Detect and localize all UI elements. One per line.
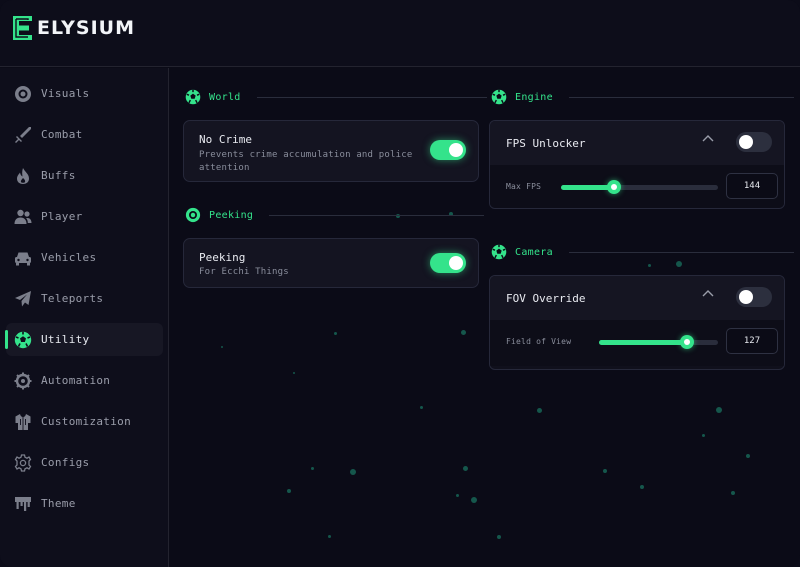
- paper-plane-icon: [12, 288, 34, 310]
- sidebar-item-label: Utility: [41, 333, 90, 346]
- sidebar-item-label: Buffs: [41, 169, 76, 182]
- gear-cog-icon: [12, 370, 34, 392]
- logo-e-icon: [13, 16, 32, 40]
- setting-title: Peeking: [199, 251, 246, 264]
- logo: ELYSIUM: [12, 15, 135, 41]
- slider-thumb[interactable]: [680, 335, 695, 349]
- section-title: Engine: [515, 91, 553, 103]
- max-fps-slider[interactable]: [561, 180, 718, 194]
- main-content: World No Crime Prevents crime accumulati…: [170, 68, 800, 567]
- eye-icon: [12, 83, 34, 105]
- sidebar-item-label: Combat: [41, 128, 83, 141]
- soccer-ball-icon: [185, 89, 201, 105]
- app-name: ELYSIUM: [37, 17, 135, 39]
- sidebar-item-label: Player: [41, 210, 83, 223]
- section-header-camera: Camera: [491, 244, 794, 260]
- slider-row: Field of View 127: [490, 320, 784, 366]
- section-header-world: World: [185, 89, 487, 105]
- slider-row: Max FPS 144: [490, 165, 784, 208]
- paint-drip-icon: [12, 493, 34, 515]
- fov-override-toggle[interactable]: [736, 287, 772, 307]
- users-icon: [12, 206, 34, 228]
- sidebar-item-customization[interactable]: Customization: [6, 405, 163, 438]
- fov-override-panel: FOV Override Field of View 127: [489, 275, 785, 370]
- section-header-engine: Engine: [491, 89, 794, 105]
- section-divider: [269, 214, 485, 216]
- app-window: ELYSIUM Visuals Combat Buffs Player Vehi…: [0, 0, 800, 567]
- slider-label: Field of View: [506, 337, 572, 346]
- chevron-up-icon[interactable]: [701, 288, 715, 298]
- peeking-toggle[interactable]: [430, 253, 466, 273]
- sidebar-item-label: Automation: [41, 374, 111, 387]
- sidebar-item-label: Visuals: [41, 87, 90, 100]
- setting-card-no-crime: No Crime Prevents crime accumulation and…: [183, 120, 479, 182]
- car-icon: [12, 247, 34, 269]
- sidebar-item-teleports[interactable]: Teleports: [6, 282, 163, 315]
- sidebar-item-player[interactable]: Player: [6, 200, 163, 233]
- app-header: ELYSIUM: [0, 0, 800, 67]
- setting-card-peeking: Peeking For Ecchi Things: [183, 238, 479, 288]
- sidebar-item-combat[interactable]: Combat: [6, 118, 163, 151]
- sidebar-item-label: Theme: [41, 497, 76, 510]
- sidebar-item-vehicles[interactable]: Vehicles: [6, 241, 163, 274]
- chevron-up-icon[interactable]: [701, 133, 715, 143]
- sidebar-item-automation[interactable]: Automation: [6, 364, 163, 397]
- fps-unlocker-toggle[interactable]: [736, 132, 772, 152]
- panel-title: FOV Override: [506, 292, 586, 305]
- slider-label: Max FPS: [506, 182, 542, 191]
- field-of-view-slider[interactable]: [599, 335, 718, 349]
- slider-thumb[interactable]: [607, 180, 622, 194]
- section-title: Peeking: [209, 209, 254, 221]
- flame-icon: [12, 165, 34, 187]
- slider-fill: [599, 340, 688, 345]
- sidebar-item-utility[interactable]: Utility: [5, 323, 163, 356]
- soccer-ball-icon: [12, 329, 34, 351]
- sidebar-item-label: Teleports: [41, 292, 104, 305]
- slider-fill: [561, 185, 615, 190]
- sidebar-item-label: Vehicles: [41, 251, 97, 264]
- setting-description: For Ecchi Things: [199, 267, 289, 277]
- sidebar-item-label: Customization: [41, 415, 131, 428]
- section-title: Camera: [515, 246, 553, 258]
- max-fps-input[interactable]: 144: [726, 173, 778, 199]
- sidebar-item-configs[interactable]: Configs: [6, 446, 163, 479]
- sidebar-item-theme[interactable]: Theme: [6, 487, 163, 520]
- sidebar-item-label: Configs: [41, 456, 90, 469]
- section-title: World: [209, 91, 241, 103]
- sidebar: Visuals Combat Buffs Player Vehicles Tel…: [0, 68, 169, 567]
- section-divider: [568, 251, 794, 253]
- section-divider: [568, 96, 794, 98]
- section-divider: [256, 96, 487, 98]
- soccer-ball-icon: [491, 244, 507, 260]
- panel-title: FPS Unlocker: [506, 137, 586, 150]
- sword-icon: [12, 124, 34, 146]
- sidebar-item-visuals[interactable]: Visuals: [6, 77, 163, 110]
- no-crime-toggle[interactable]: [430, 140, 466, 160]
- field-of-view-input[interactable]: 127: [726, 328, 778, 354]
- section-header-peeking: Peeking: [185, 207, 485, 223]
- fps-unlocker-panel: FPS Unlocker Max FPS 144: [489, 120, 785, 209]
- shirt-icon: [12, 411, 34, 433]
- setting-title: No Crime: [199, 133, 252, 146]
- soccer-ball-icon: [491, 89, 507, 105]
- setting-description: Prevents crime accumulation and police a…: [199, 150, 413, 173]
- eye-icon: [185, 207, 201, 223]
- sidebar-item-buffs[interactable]: Buffs: [6, 159, 163, 192]
- settings-icon: [12, 452, 34, 474]
